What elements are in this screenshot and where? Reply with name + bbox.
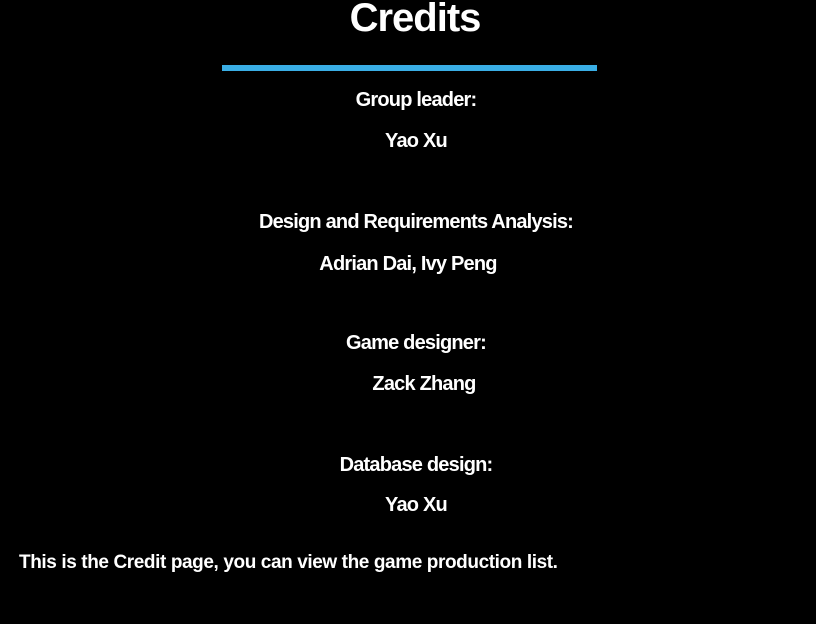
credit-names-database-design: Yao Xu (385, 494, 448, 516)
credit-names-group-leader: Yao Xu (385, 130, 448, 152)
credits-title: Credits (349, 0, 482, 40)
credit-role-group-leader: Group leader: (355, 89, 478, 111)
credit-role-game-designer: Game designer: (346, 332, 487, 354)
credit-names-game-designer: Zack Zhang (372, 373, 476, 395)
credit-role-design-analysis: Design and Requirements Analysis: (258, 211, 574, 233)
credit-role-database-design: Database design: (339, 454, 494, 476)
credit-names-design-analysis: Adrian Dai, Ivy Peng (319, 253, 497, 275)
page-caption: This is the Credit page, you can view th… (19, 552, 558, 573)
title-divider (222, 65, 597, 71)
